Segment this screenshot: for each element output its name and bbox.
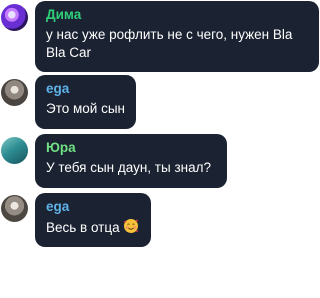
message-text: У тебя сын даун, ты знал?: [46, 160, 211, 175]
message-author[interactable]: ega: [46, 199, 141, 215]
smiling-face-with-hearts-emoji-icon: [123, 218, 139, 239]
message-text: Весь в отца: [46, 220, 120, 235]
message-bubble[interactable]: ega Это мой сын: [35, 75, 136, 129]
message-bubble[interactable]: ega Весь в отца: [35, 193, 151, 247]
message-text: у нас уже рофлить не с чего, нужен Bla B…: [46, 27, 293, 60]
user-avatar-icon[interactable]: [1, 195, 28, 222]
message-bubble[interactable]: Юра У тебя сын даун, ты знал?: [35, 134, 227, 188]
message-bubble[interactable]: Дима у нас уже рофлить не с чего, нужен …: [35, 1, 319, 72]
user-avatar-icon[interactable]: [1, 79, 28, 106]
message-author[interactable]: Юра: [46, 140, 217, 156]
message-author[interactable]: ega: [46, 81, 126, 97]
message-text: Это мой сын: [46, 101, 125, 116]
user-avatar-icon[interactable]: [1, 137, 28, 164]
user-avatar-icon[interactable]: [1, 4, 28, 31]
message-author[interactable]: Дима: [46, 7, 309, 23]
